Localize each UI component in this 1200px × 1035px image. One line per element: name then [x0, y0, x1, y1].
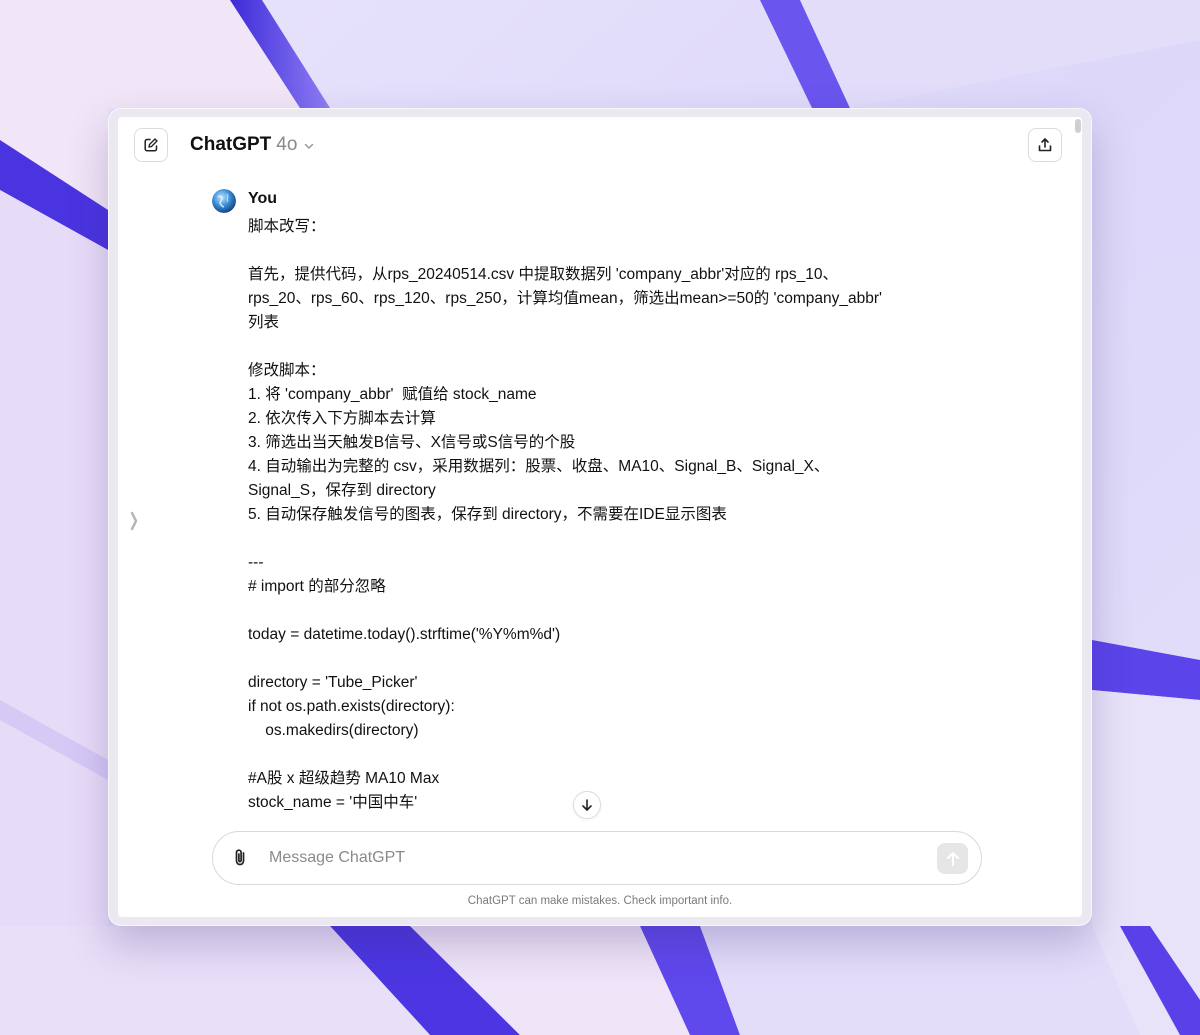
attach-button[interactable] — [229, 846, 253, 870]
new-chat-button[interactable] — [134, 128, 168, 162]
arrow-down-icon — [582, 799, 592, 811]
message-line: 2. 依次传入下方脚本去计算 — [248, 410, 436, 427]
arrow-up-icon — [946, 851, 959, 866]
chatgpt-window: ChatGPT 4o You 脚本改写： 首先，提供代码，从rps_202405… — [108, 108, 1092, 926]
message-line: 1. 将 'company_abbr' 赋值给 stock_name — [248, 386, 537, 403]
message-line — [248, 599, 928, 623]
message-line: directory = 'Tube_Picker' — [248, 674, 418, 691]
share-button[interactable] — [1028, 128, 1062, 162]
message-line — [248, 335, 928, 359]
message-line — [248, 647, 928, 671]
message-line: --- — [248, 554, 264, 571]
model-name: ChatGPT — [190, 134, 272, 155]
message-composer — [212, 831, 982, 885]
message-line: 首先，提供代码，从rps_20240514.csv 中提取数据列 'compan… — [248, 266, 838, 283]
message-line: 5. 自动保存触发信号的图表，保存到 directory，不需要在IDE显示图表 — [248, 506, 727, 523]
model-selector[interactable]: ChatGPT 4o — [190, 134, 315, 156]
message-line: rps_20、rps_60、rps_120、rps_250，计算均值mean，筛… — [248, 290, 882, 307]
message-line: if not os.path.exists(directory): — [248, 698, 455, 715]
message-line: 修改脚本： — [248, 362, 326, 379]
paperclip-icon — [235, 849, 245, 866]
message-line: Signal_S，保存到 directory — [248, 482, 436, 499]
edit-icon — [144, 138, 158, 152]
message-line: 脚本改写： — [248, 218, 326, 235]
message-body: 脚本改写： 首先，提供代码，从rps_20240514.csv 中提取数据列 'c… — [248, 215, 928, 815]
send-button[interactable] — [937, 843, 968, 874]
disclaimer-text: ChatGPT can make mistakes. Check importa… — [467, 895, 733, 907]
message-line: today = datetime.today().strftime('%Y%m%… — [248, 626, 561, 643]
chevron-down-icon — [305, 143, 314, 149]
message-line — [248, 743, 928, 767]
model-version: 4o — [276, 134, 298, 155]
message-line: 4. 自动输出为完整的 csv，采用数据列：股票、收盘、MA10、Signal_… — [248, 458, 830, 475]
message-line: 列表 — [248, 314, 280, 331]
share-icon — [1038, 138, 1052, 152]
sidebar-toggle-icon[interactable] — [128, 509, 140, 533]
chat-panel: ChatGPT 4o You 脚本改写： 首先，提供代码，从rps_202405… — [118, 117, 1082, 917]
message-line: os.makedirs(directory) — [248, 722, 419, 739]
message-input[interactable] — [269, 842, 909, 874]
message-line — [248, 239, 928, 263]
message-line: #A股 x 超级趋势 MA10 Max — [248, 770, 440, 787]
message-line: 3. 筛选出当天触发B信号、X信号或S信号的个股 — [248, 434, 576, 451]
message-author: You — [248, 190, 278, 207]
message-line — [248, 527, 928, 551]
avatar — [212, 189, 236, 213]
scroll-to-bottom-button[interactable] — [573, 791, 601, 819]
globe-avatar-icon — [212, 189, 236, 213]
message-line: # import 的部分忽略 — [248, 578, 386, 595]
scrollbar-thumb[interactable] — [1075, 119, 1081, 133]
